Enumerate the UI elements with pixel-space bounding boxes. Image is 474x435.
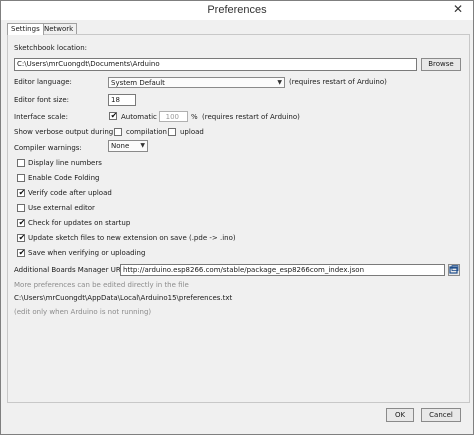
enable-code-folding-checkbox[interactable] [17,174,25,182]
compiler-warnings-select[interactable]: None ▼ [108,140,148,152]
more-preferences-note: More preferences can be edited directly … [14,281,189,289]
window-icon [449,265,459,274]
check-updates-label: Check for updates on startup [28,219,131,227]
display-line-numbers-checkbox[interactable] [17,159,25,167]
update-sketch-extension-checkbox[interactable]: ✔ [17,233,26,242]
verbose-output-label: Show verbose output during: [14,128,116,136]
interface-scale-spinner[interactable]: 100 [159,111,188,122]
compiler-warnings-value: None [111,142,130,150]
editor-language-value: System Default [111,79,165,87]
browse-button[interactable]: Browse [421,58,461,71]
automatic-checkbox[interactable]: ✔ [109,111,118,120]
interface-scale-label: Interface scale: [14,113,68,121]
editor-language-select[interactable]: System Default ▼ [108,77,285,88]
check-icon: ✔ [110,111,118,120]
check-icon: ✔ [18,248,26,257]
check-updates-checkbox[interactable]: ✔ [17,218,26,227]
check-icon: ✔ [18,218,26,227]
interface-scale-note: (requires restart of Arduino) [202,113,300,121]
sketchbook-label: Sketchbook location: [14,44,88,52]
tab-network[interactable]: Network [40,23,78,34]
upload-checkbox[interactable] [168,128,176,136]
upload-label: upload [180,128,204,136]
sketchbook-location-field[interactable]: C:\Users\mrCuongdt\Documents\Arduino [14,58,417,71]
compilation-checkbox[interactable] [114,128,122,136]
save-when-verifying-label: Save when verifying or uploading [28,249,146,257]
check-icon: ✔ [18,233,26,242]
boards-manager-urls-label: Additional Boards Manager URLs: [14,266,131,274]
close-icon[interactable]: ✕ [453,2,463,16]
window-title: Preferences [207,4,267,16]
preferences-window: Preferences ✕ Settings Network Sketchboo… [0,0,474,435]
ok-button[interactable]: OK [386,408,414,422]
use-external-editor-label: Use external editor [28,204,95,212]
chevron-down-icon: ▼ [277,79,282,86]
check-icon: ✔ [18,188,26,197]
preferences-file-path: C:\Users\mrCuongdt\AppData\Local\Arduino… [14,294,233,302]
title-bar: Preferences ✕ [1,1,473,20]
boards-manager-urls-field[interactable]: http://arduino.esp8266.com/stable/packag… [120,264,445,276]
font-size-field[interactable]: 18 [108,94,136,106]
settings-panel: Sketchbook location: C:\Users\mrCuongdt\… [7,34,470,403]
verify-code-label: Verify code after upload [28,189,112,197]
compilation-label: compilation [126,128,167,136]
cancel-button[interactable]: Cancel [421,408,461,422]
editor-language-label: Editor language: [14,78,72,86]
verify-code-checkbox[interactable]: ✔ [17,188,26,197]
update-sketch-extension-label: Update sketch files to new extension on … [28,234,236,242]
use-external-editor-checkbox[interactable] [17,204,25,212]
chevron-down-icon: ▼ [140,142,145,149]
compiler-warnings-label: Compiler warnings: [14,144,82,152]
automatic-label: Automatic [121,113,157,121]
font-size-label: Editor font size: [14,96,70,104]
tab-settings[interactable]: Settings [7,23,44,35]
percent-label: % [191,113,198,121]
enable-code-folding-label: Enable Code Folding [28,174,100,182]
edit-only-note: (edit only when Arduino is not running) [14,308,152,316]
save-when-verifying-checkbox[interactable]: ✔ [17,248,26,257]
open-window-button[interactable] [448,264,460,276]
editor-language-note: (requires restart of Arduino) [289,78,387,86]
display-line-numbers-label: Display line numbers [28,159,102,167]
